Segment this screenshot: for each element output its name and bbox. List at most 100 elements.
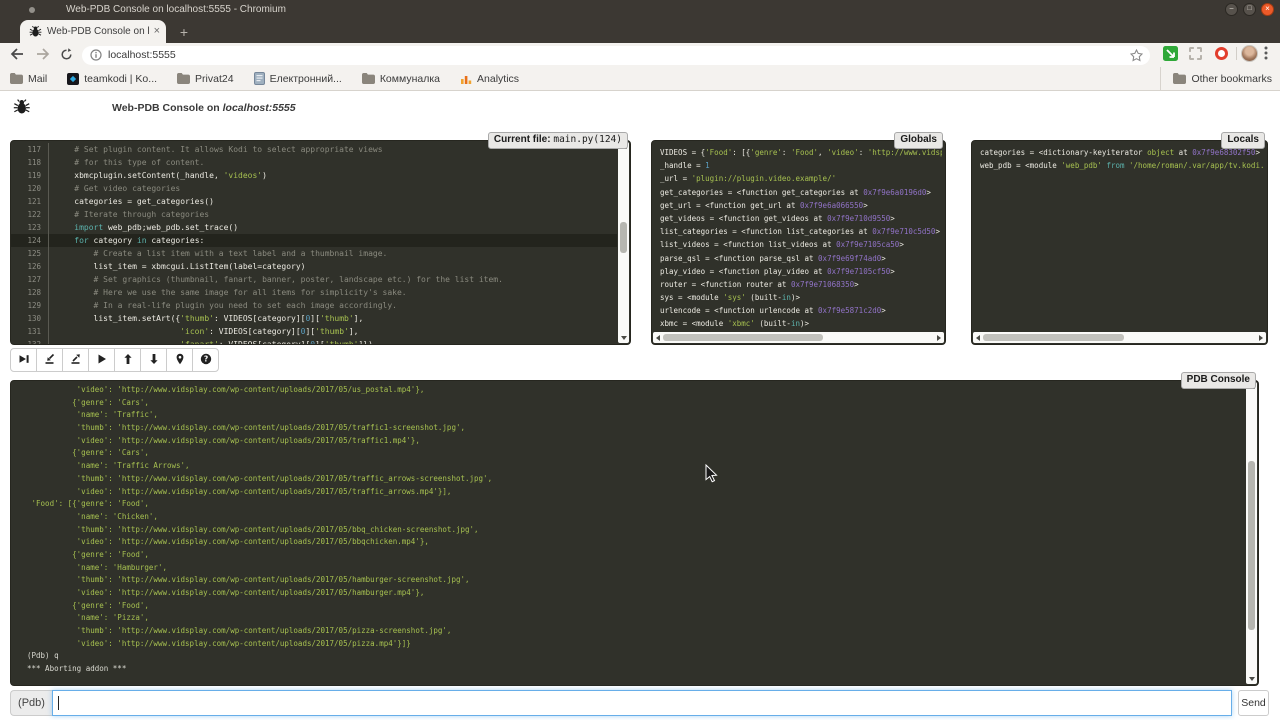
code-line: 127 # Set graphics (thumbnail, fanart, b…: [11, 273, 617, 286]
url-text: localhost:5555: [108, 46, 176, 65]
scroll-left-icon[interactable]: [976, 335, 980, 341]
extension-red-ring-icon[interactable]: [1215, 47, 1228, 60]
scroll-down-icon[interactable]: [1249, 677, 1255, 681]
line-number: 120: [11, 182, 49, 195]
code-text: # Set graphics (thumbnail, fanart, banne…: [49, 273, 617, 286]
locals-listing: categories = <dictionary-keyiterator obj…: [980, 146, 1264, 331]
code-scrollbar[interactable]: [618, 142, 629, 343]
text-caret: [58, 696, 59, 710]
continue-icon: [96, 353, 108, 368]
scrollbar-thumb[interactable]: [663, 334, 823, 341]
pdb-next-button[interactable]: [10, 348, 37, 372]
code-line: 123 import web_pdb;web_pdb.set_trace(): [11, 221, 617, 234]
variable-line: get_videos = <function get_videos at 0x7…: [660, 212, 942, 225]
back-button[interactable]: [10, 48, 24, 60]
pdb-help-button[interactable]: ?: [192, 348, 219, 372]
console-line: 'Food': [{'genre': 'Food',: [27, 498, 1245, 511]
code-line-current: 124 for category in categories:: [11, 234, 617, 247]
bookmark-item[interactable]: teamkodi | Ko...: [67, 73, 157, 85]
forward-button[interactable]: [36, 48, 50, 60]
pdb-console-panel: PDB Console 'video': 'http://www.vidspla…: [10, 380, 1259, 686]
scrollbar-thumb[interactable]: [620, 222, 627, 252]
code-line: 129 # In a real-life plugin you need to …: [11, 299, 617, 312]
reload-button[interactable]: [60, 48, 73, 61]
close-button[interactable]: ×: [1261, 3, 1274, 16]
bookmark-label: Електронний...: [270, 73, 342, 85]
chart-icon: [460, 73, 472, 85]
scrollbar-thumb[interactable]: [1248, 461, 1255, 630]
bookmarks-bar: Mail teamkodi | Ko... Privat24 Електронний.…: [0, 67, 1280, 91]
step-icon: [44, 353, 56, 368]
console-line: 'name': 'Pizza',: [27, 612, 1245, 625]
console-line: 'thumb': 'http://www.vidsplay.com/wp-con…: [27, 625, 1245, 638]
profile-avatar[interactable]: [1241, 45, 1258, 62]
line-number: 121: [11, 195, 49, 208]
return-icon: [70, 353, 82, 368]
scroll-down-icon[interactable]: [621, 336, 627, 340]
console-line: 'name': 'Hamburger',: [27, 562, 1245, 575]
code-line: 121 categories = get_categories(): [11, 195, 617, 208]
line-number: 124: [11, 234, 49, 247]
info-icon[interactable]: [90, 49, 102, 61]
extension-placeholder-icon[interactable]: [1189, 47, 1202, 60]
window-controls: − □ ×: [1225, 3, 1274, 16]
browser-tab[interactable]: Web-PDB Console on loca ×: [20, 20, 166, 43]
pdb-prompt-label: (Pdb): [10, 690, 52, 716]
console-line: {'genre': 'Food',: [27, 549, 1245, 562]
bookmark-label: Mail: [28, 73, 47, 85]
extension-green-arrow-icon[interactable]: [1163, 46, 1178, 61]
bookmark-label: Privat24: [195, 73, 234, 85]
minimize-button[interactable]: −: [1225, 3, 1238, 16]
tab-close-icon[interactable]: ×: [154, 20, 160, 43]
globals-scrollbar[interactable]: [653, 332, 944, 343]
pdb-up-button[interactable]: [114, 348, 141, 372]
variable-line: _url = 'plugin://plugin.video.example/': [660, 172, 942, 185]
pdb-console-badge: PDB Console: [1181, 372, 1256, 389]
pdb-command-input[interactable]: [52, 690, 1232, 716]
browser-menu-icon[interactable]: [1264, 46, 1268, 60]
variable-line: play_video = <function play_video at 0x7…: [660, 265, 942, 278]
page-title-host: localhost:5555: [223, 102, 296, 114]
code-text: # Here we use the same image for all ite…: [49, 286, 617, 299]
line-number: 131: [11, 325, 49, 338]
address-bar[interactable]: localhost:5555: [82, 46, 1150, 65]
scroll-right-icon[interactable]: [1259, 335, 1263, 341]
console-line: {'genre': 'Cars',: [27, 447, 1245, 460]
new-tab-button[interactable]: +: [174, 22, 194, 42]
pdb-continue-button[interactable]: [88, 348, 115, 372]
pdb-down-button[interactable]: [140, 348, 167, 372]
bookmark-item[interactable]: Коммуналка: [362, 73, 440, 85]
bookmark-star-icon[interactable]: [1130, 49, 1143, 62]
code-line: 119 xbmcplugin.setContent(_handle, 'vide…: [11, 169, 617, 182]
code-line: 122 # Iterate through categories: [11, 208, 617, 221]
bookmark-item[interactable]: Електронний...: [254, 72, 342, 85]
code-text: import web_pdb;web_pdb.set_trace(): [49, 221, 617, 234]
line-number: 127: [11, 273, 49, 286]
code-text: # In a real-life plugin you need to set …: [49, 299, 617, 312]
scroll-right-icon[interactable]: [937, 335, 941, 341]
pdb-return-button[interactable]: [62, 348, 89, 372]
up-icon: [122, 353, 134, 368]
locals-scrollbar[interactable]: [973, 332, 1266, 343]
bookmark-item[interactable]: Mail: [10, 73, 47, 85]
other-bookmarks[interactable]: Other bookmarks: [1160, 67, 1272, 90]
send-button[interactable]: Send: [1238, 690, 1269, 716]
pdb-step-button[interactable]: [36, 348, 63, 372]
console-scrollbar[interactable]: [1246, 382, 1257, 684]
code-text: list_item = xbmcgui.ListItem(label=categ…: [49, 260, 617, 273]
scroll-left-icon[interactable]: [656, 335, 660, 341]
scrollbar-thumb[interactable]: [983, 334, 1124, 341]
toolbar-divider: [1236, 47, 1237, 60]
down-icon: [148, 353, 160, 368]
bookmark-label: teamkodi | Ko...: [84, 73, 157, 85]
maximize-button[interactable]: □: [1243, 3, 1256, 16]
locals-panel: Locals categories = <dictionary-keyitera…: [971, 140, 1268, 345]
window-title: Web-PDB Console on localhost:5555 - Chro…: [66, 0, 286, 20]
line-number: 130: [11, 312, 49, 325]
page-title: Web-PDB Console on localhost:5555: [112, 102, 296, 114]
console-line: 'thumb': 'http://www.vidsplay.com/wp-con…: [27, 524, 1245, 537]
pdb-where-button[interactable]: [166, 348, 193, 372]
bookmark-item[interactable]: Analytics: [460, 73, 519, 85]
line-number: 119: [11, 169, 49, 182]
bookmark-item[interactable]: Privat24: [177, 73, 234, 85]
